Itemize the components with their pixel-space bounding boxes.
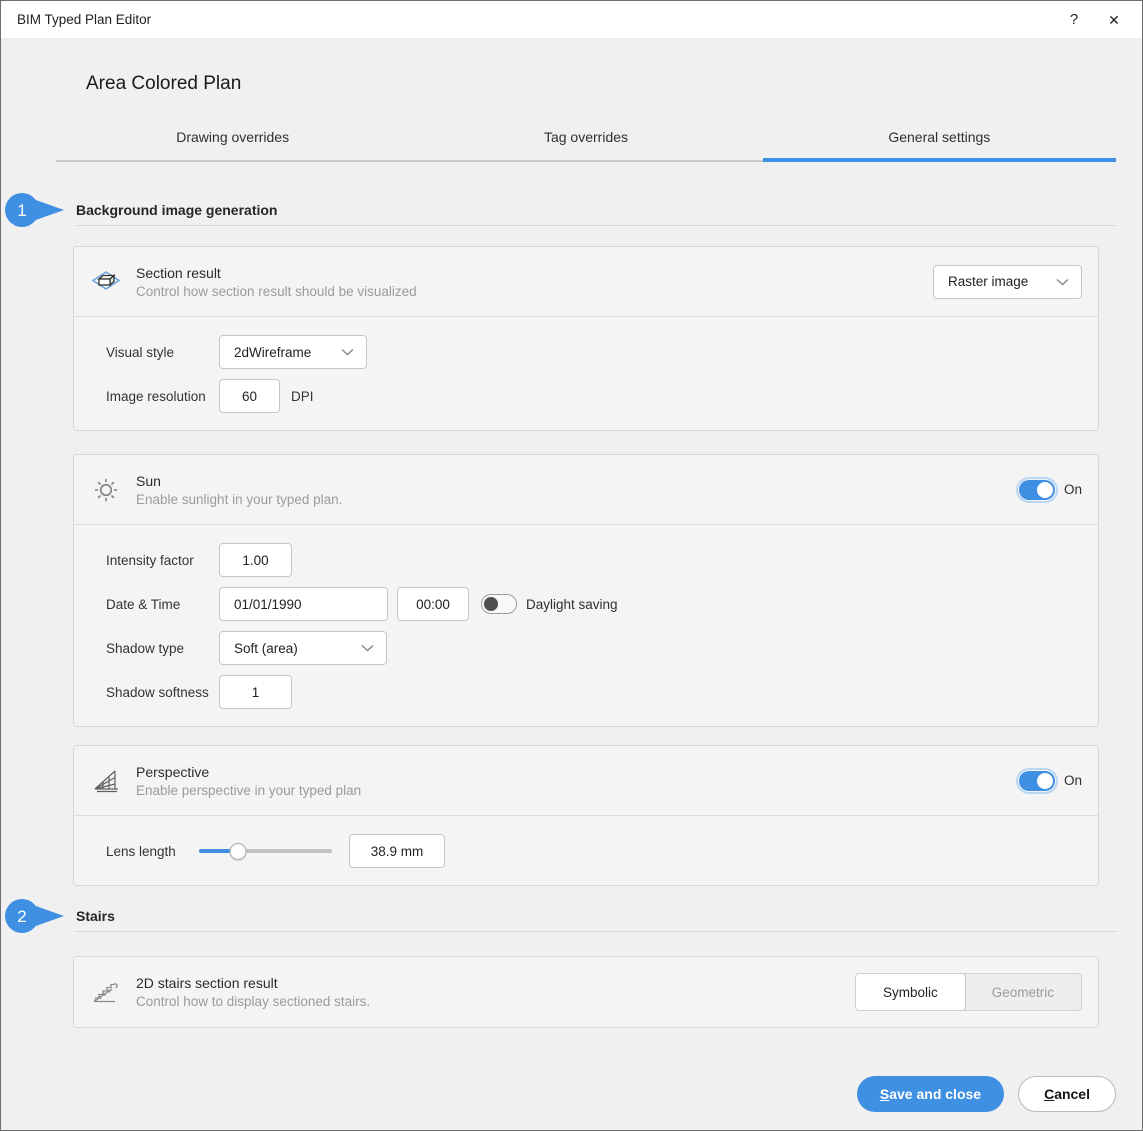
- stairs-subtitle: Control how to display sectioned stairs.: [136, 994, 370, 1009]
- date-input[interactable]: [219, 587, 388, 621]
- titlebar: BIM Typed Plan Editor ? ✕: [1, 1, 1142, 39]
- visual-style-row: Visual style 2dWireframe: [106, 335, 1082, 369]
- dialog-body: Area Colored Plan Drawing overrides Tag …: [1, 39, 1142, 1130]
- sun-subtitle: Enable sunlight in your typed plan.: [136, 492, 342, 507]
- perspective-title: Perspective: [136, 764, 361, 780]
- lens-length-label: Lens length: [106, 844, 191, 859]
- sun-card-header: Sun Enable sunlight in your typed plan. …: [74, 455, 1098, 525]
- lens-slider-knob[interactable]: [229, 843, 246, 860]
- toggle-knob: [1037, 773, 1053, 789]
- tab-bar: Drawing overrides Tag overrides General …: [56, 129, 1116, 162]
- shadow-softness-input[interactable]: [219, 675, 292, 709]
- cancel-label: Cancel: [1044, 1086, 1090, 1102]
- stairs-text: 2D stairs section result Control how to …: [136, 975, 370, 1009]
- sun-toggle-label: On: [1064, 482, 1082, 497]
- perspective-card: Perspective Enable perspective in your t…: [73, 745, 1099, 886]
- image-resolution-label: Image resolution: [106, 389, 219, 404]
- page-title: Area Colored Plan: [86, 73, 1116, 95]
- perspective-icon: [91, 768, 121, 794]
- callout-2-marker: 2: [3, 896, 65, 936]
- toggle-knob: [1037, 482, 1053, 498]
- save-and-close-button[interactable]: Save and close: [857, 1076, 1004, 1112]
- sun-title: Sun: [136, 473, 342, 489]
- sun-text: Sun Enable sunlight in your typed plan.: [136, 473, 342, 507]
- svg-text:1: 1: [17, 201, 26, 220]
- sun-card: Sun Enable sunlight in your typed plan. …: [73, 454, 1099, 727]
- help-button[interactable]: ?: [1054, 5, 1094, 35]
- image-resolution-row: Image resolution DPI: [106, 379, 1082, 413]
- section-plane-icon: [91, 271, 121, 293]
- perspective-text: Perspective Enable perspective in your t…: [136, 764, 361, 798]
- window-title: BIM Typed Plan Editor: [17, 12, 151, 27]
- svg-text:2: 2: [17, 907, 26, 926]
- section-result-card: Section result Control how section resul…: [73, 246, 1099, 431]
- perspective-toggle[interactable]: [1019, 771, 1055, 791]
- lens-length-slider[interactable]: [199, 841, 332, 861]
- stairs-card-header: 2D stairs section result Control how to …: [74, 957, 1098, 1027]
- shadow-type-row: Shadow type Soft (area): [106, 631, 1082, 665]
- section-result-title: Section result: [136, 265, 417, 281]
- intensity-factor-row: Intensity factor: [106, 543, 1082, 577]
- chevron-down-icon: [341, 348, 354, 356]
- cancel-button[interactable]: Cancel: [1018, 1076, 1116, 1112]
- divider: [76, 931, 1116, 932]
- intensity-factor-input[interactable]: [219, 543, 292, 577]
- sun-icon: [91, 477, 121, 503]
- shadow-softness-row: Shadow softness: [106, 675, 1082, 709]
- section-title-stairs: Stairs: [76, 908, 1116, 924]
- chevron-down-icon: [361, 644, 374, 652]
- stairs-display-segmented-control: Symbolic Geometric: [855, 973, 1082, 1011]
- footer: Save and close Cancel: [56, 1076, 1116, 1112]
- shadow-type-label: Shadow type: [106, 641, 219, 656]
- bim-typed-plan-editor-dialog: BIM Typed Plan Editor ? ✕ Area Colored P…: [0, 0, 1143, 1131]
- segment-geometric[interactable]: Geometric: [965, 974, 1081, 1010]
- lens-length-row: Lens length: [106, 834, 1082, 868]
- perspective-card-body: Lens length: [74, 816, 1098, 885]
- section-header-background-image-generation: 1 Background image generation: [76, 202, 1116, 226]
- visual-style-label: Visual style: [106, 345, 219, 360]
- section-result-dropdown-value: Raster image: [948, 274, 1028, 289]
- close-button[interactable]: ✕: [1094, 5, 1134, 35]
- sun-toggle[interactable]: [1019, 480, 1055, 500]
- lens-length-input[interactable]: [349, 834, 445, 868]
- stairs-title: 2D stairs section result: [136, 975, 370, 991]
- stairs-card: 2D stairs section result Control how to …: [73, 956, 1099, 1028]
- section-result-subtitle: Control how section result should be vis…: [136, 284, 417, 299]
- stairs-section-icon: [91, 980, 121, 1005]
- perspective-card-header: Perspective Enable perspective in your t…: [74, 746, 1098, 816]
- daylight-saving-label: Daylight saving: [526, 597, 618, 612]
- tab-tag-overrides[interactable]: Tag overrides: [409, 129, 762, 162]
- visual-style-value: 2dWireframe: [234, 345, 311, 360]
- perspective-subtitle: Enable perspective in your typed plan: [136, 783, 361, 798]
- sun-card-body: Intensity factor Date & Time Daylight sa…: [74, 525, 1098, 726]
- chevron-down-icon: [1056, 278, 1069, 286]
- image-resolution-input[interactable]: [219, 379, 280, 413]
- segment-symbolic[interactable]: Symbolic: [855, 973, 966, 1011]
- section-result-dropdown[interactable]: Raster image: [933, 265, 1082, 299]
- date-time-row: Date & Time Daylight saving: [106, 587, 1082, 621]
- shadow-type-value: Soft (area): [234, 641, 298, 656]
- toggle-knob: [484, 597, 498, 611]
- tab-general-settings[interactable]: General settings: [763, 129, 1116, 162]
- section-result-card-body: Visual style 2dWireframe Image resolutio…: [74, 317, 1098, 430]
- section-result-card-header: Section result Control how section resul…: [74, 247, 1098, 317]
- section-header-stairs: 2 Stairs: [76, 908, 1116, 932]
- time-input[interactable]: [397, 587, 469, 621]
- intensity-factor-label: Intensity factor: [106, 553, 219, 568]
- save-and-close-label: Save and close: [880, 1086, 981, 1102]
- image-resolution-unit: DPI: [291, 389, 314, 404]
- callout-1-marker: 1: [3, 190, 65, 230]
- titlebar-buttons: ? ✕: [1054, 5, 1134, 35]
- section-title-background-image-generation: Background image generation: [76, 202, 1116, 218]
- daylight-saving-toggle[interactable]: [481, 594, 517, 614]
- visual-style-dropdown[interactable]: 2dWireframe: [219, 335, 367, 369]
- date-time-label: Date & Time: [106, 597, 219, 612]
- shadow-softness-label: Shadow softness: [106, 685, 219, 700]
- perspective-toggle-label: On: [1064, 773, 1082, 788]
- divider: [76, 225, 1116, 226]
- tab-drawing-overrides[interactable]: Drawing overrides: [56, 129, 409, 162]
- section-result-text: Section result Control how section resul…: [136, 265, 417, 299]
- shadow-type-dropdown[interactable]: Soft (area): [219, 631, 387, 665]
